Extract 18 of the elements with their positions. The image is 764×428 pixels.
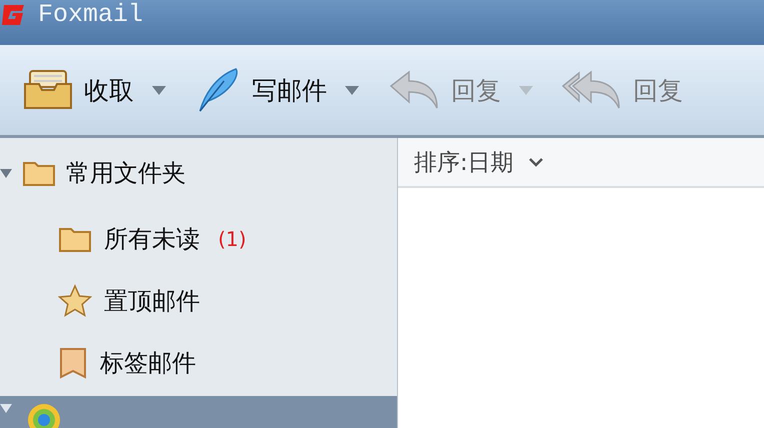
account-row[interactable] <box>0 396 397 428</box>
chevron-down-icon <box>528 157 544 167</box>
unread-count: (1) <box>218 227 246 251</box>
logo-icon <box>0 2 26 26</box>
inbox-tray-icon <box>22 68 74 112</box>
folder-tree-item[interactable]: 常用文件夹 <box>0 138 397 208</box>
star-icon <box>58 284 92 318</box>
folder-tree-item[interactable]: 所有未读 (1) <box>0 208 397 270</box>
folder-icon <box>58 225 92 253</box>
window-title: Foxmail <box>38 0 144 29</box>
bookmark-icon <box>58 347 88 379</box>
folder-tree-item[interactable]: 置顶邮件 <box>0 270 397 332</box>
expand-triangle-icon[interactable] <box>0 402 12 414</box>
folder-tree-item[interactable]: 标签邮件 <box>0 332 397 394</box>
expand-triangle-icon[interactable] <box>0 167 12 179</box>
toolbar-button[interactable]: 写邮件 <box>190 63 363 117</box>
toolbar-button[interactable]: 收取 <box>18 64 170 116</box>
folder-icon <box>22 159 56 187</box>
